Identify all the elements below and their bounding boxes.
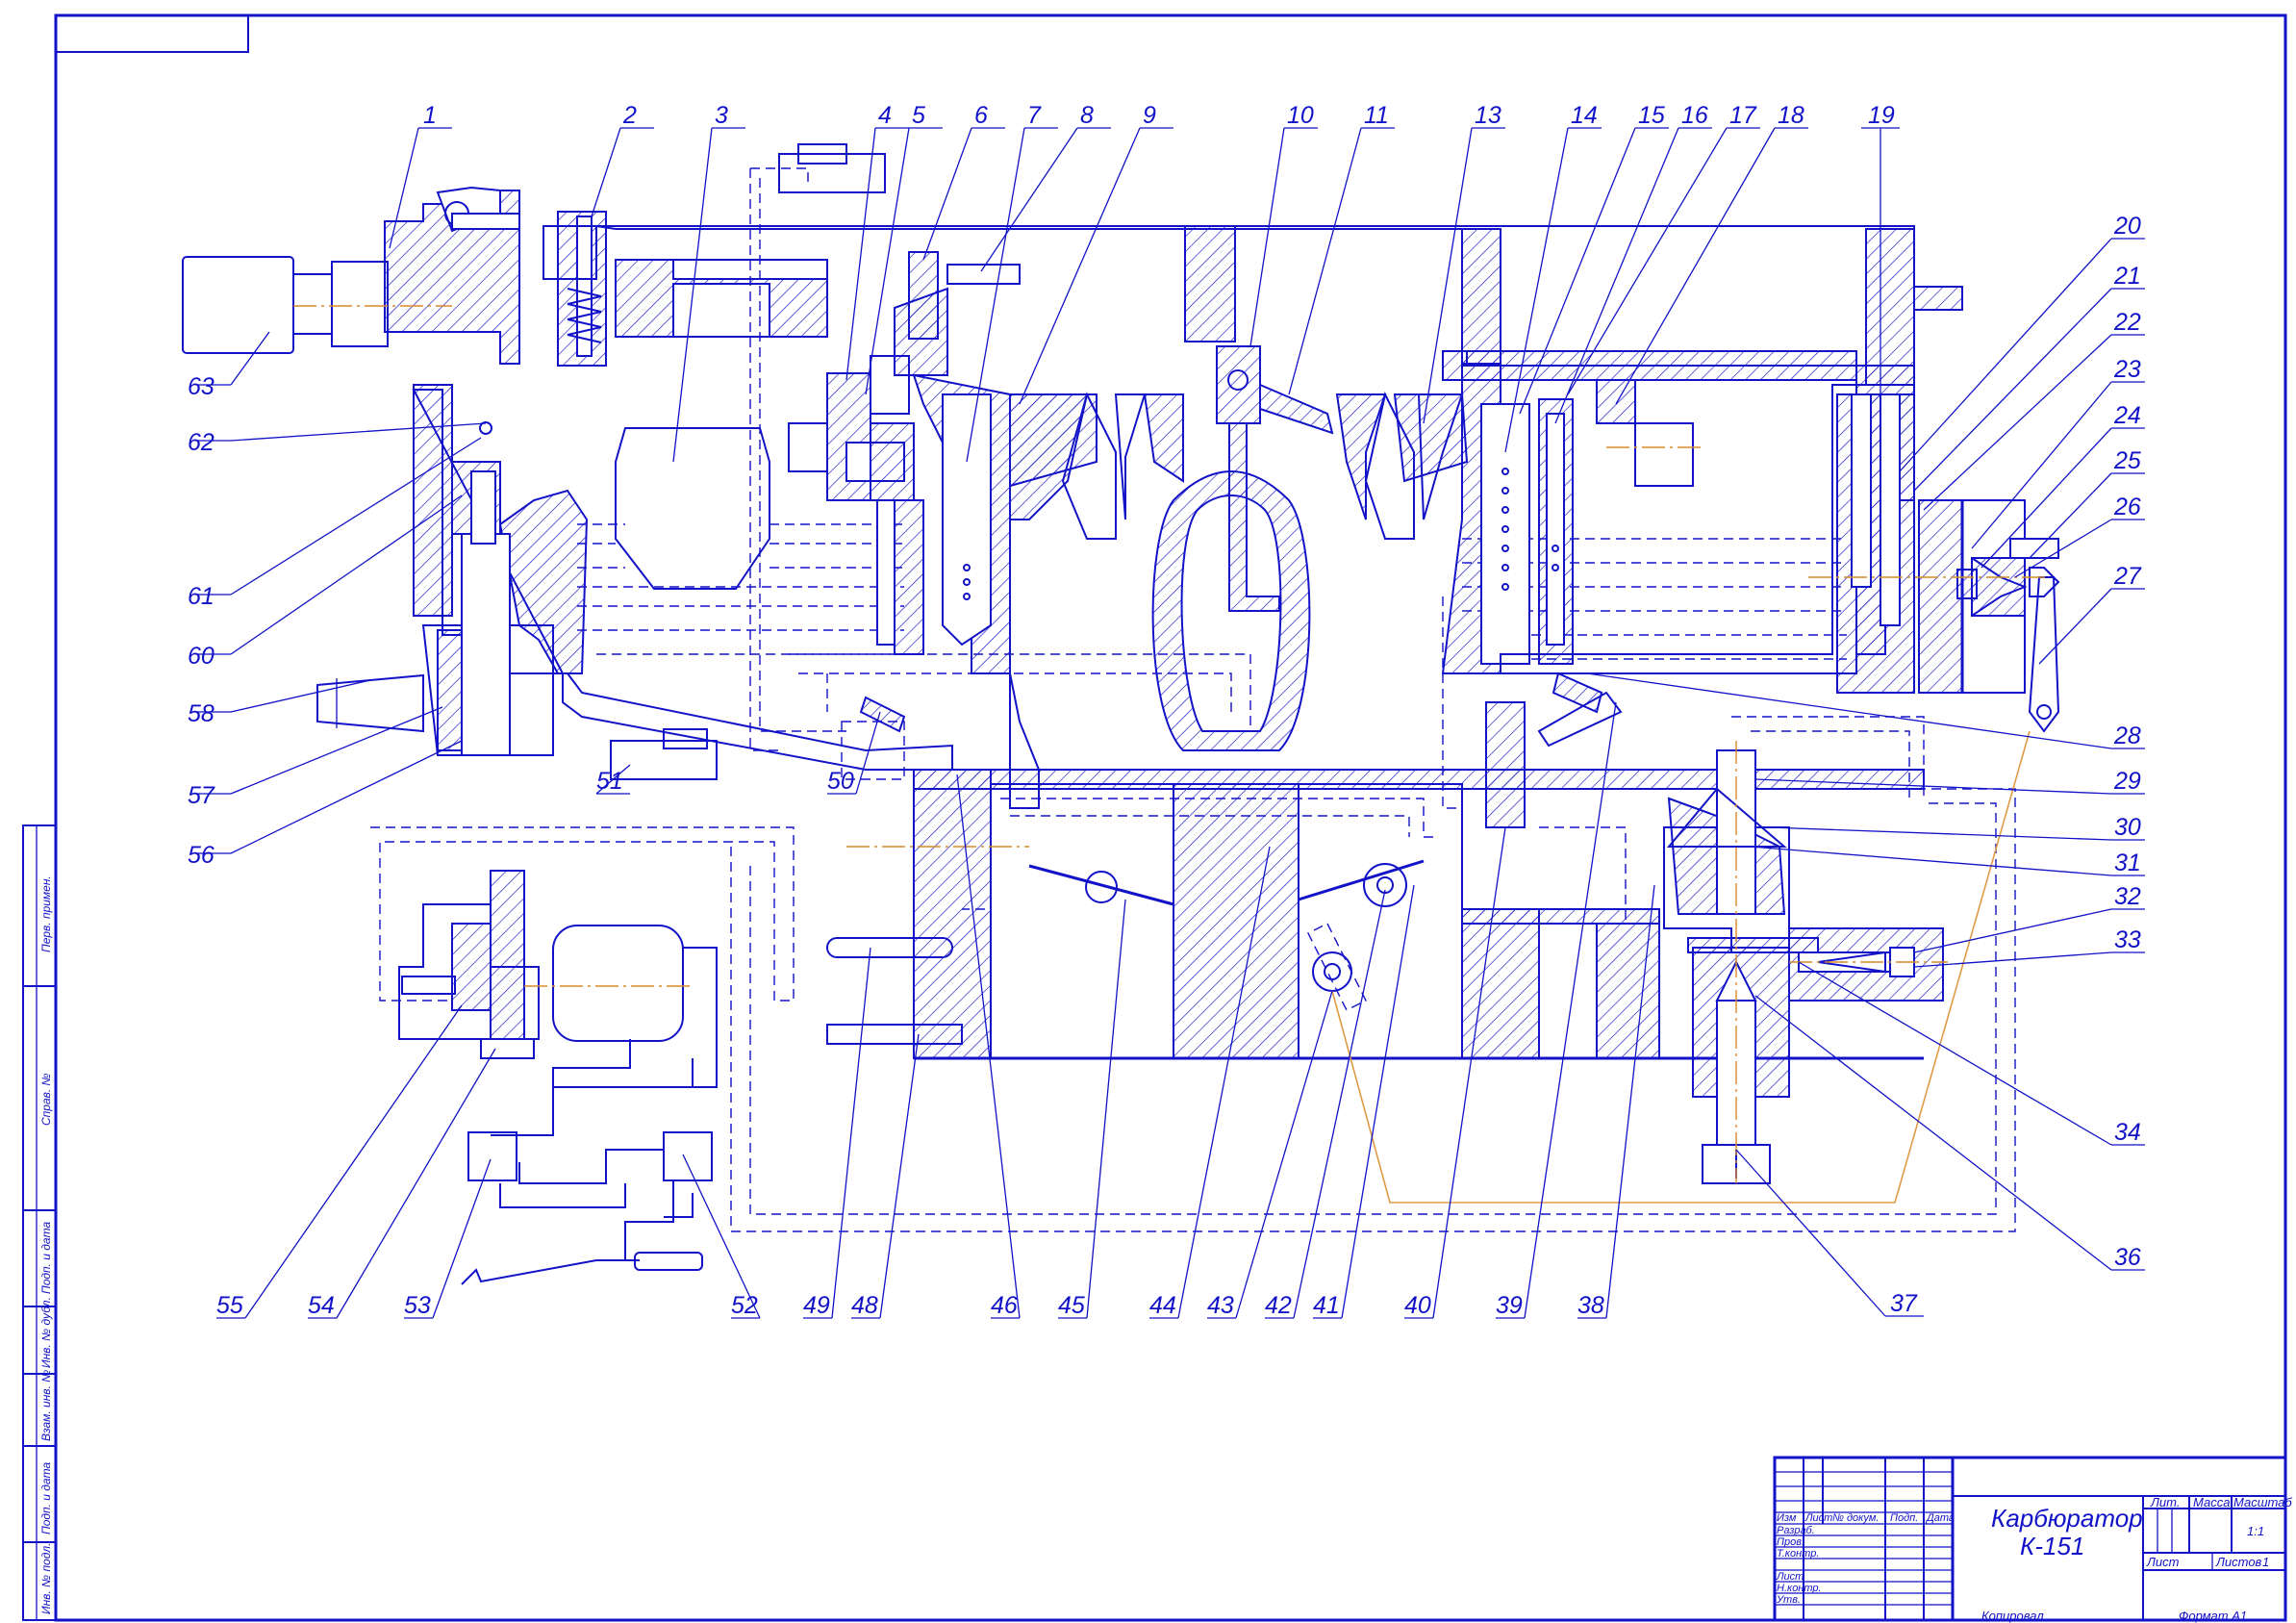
callout-10: 10: [1287, 102, 1314, 129]
callout-40: 40: [1404, 1292, 1431, 1319]
tb-sheets-label: Листов: [2215, 1555, 2262, 1569]
side-stamp: Перв. примен. Справ. № Подп. и дата Инв.…: [22, 824, 57, 1621]
tb-format: Формат А1: [2179, 1609, 2247, 1623]
side-inv-podl: Инв. № подл.: [39, 1543, 53, 1614]
fuel-nipple-58: [316, 673, 424, 733]
callout-55: 55: [216, 1292, 243, 1319]
side-sprav: Справ. №: [39, 1073, 53, 1126]
tb-sheet-label: Лист: [2146, 1555, 2180, 1569]
callout-34: 34: [2114, 1119, 2141, 1146]
callout-9: 9: [1143, 102, 1156, 129]
callout-28: 28: [2113, 723, 2141, 749]
callout-58: 58: [188, 700, 214, 727]
side-podp-data-1: Подп. и дата: [39, 1222, 53, 1294]
callout-32: 32: [2114, 883, 2141, 910]
title-block: Изм Лист № докум. Подп. Дата Разраб. Про…: [1773, 1456, 2292, 1622]
callout-27: 27: [2113, 563, 2142, 590]
fuel-filter-63: [182, 256, 294, 354]
callout-63: 63: [188, 373, 214, 400]
tb-col-doc: № докум.: [1832, 1512, 1879, 1524]
tb-col-date: Дата: [1925, 1512, 1955, 1524]
callout-51: 51: [596, 768, 623, 795]
tb-list-row: Лист: [1776, 1571, 1804, 1583]
tb-col-list: Лист: [1804, 1512, 1832, 1524]
callout-44: 44: [1149, 1292, 1176, 1319]
callout-62: 62: [188, 429, 214, 456]
tb-title-line1: Карбюратор: [1991, 1504, 2143, 1533]
callout-33: 33: [2114, 926, 2141, 953]
callout-11: 11: [1364, 102, 1389, 129]
tb-lit-label: Лит.: [2150, 1495, 2180, 1509]
callout-37: 37: [1890, 1290, 1918, 1317]
callout-13: 13: [1475, 102, 1501, 129]
callout-21: 21: [2113, 263, 2141, 290]
side-vzam-inv: Взам. инв. №: [39, 1370, 53, 1441]
callout-53: 53: [404, 1292, 431, 1319]
callout-56: 56: [188, 842, 214, 869]
callout-22: 22: [2113, 309, 2141, 336]
tb-utv: Утв.: [1776, 1594, 1801, 1606]
callout-48: 48: [851, 1292, 878, 1319]
callout-60: 60: [188, 643, 214, 670]
callout-24: 24: [2113, 402, 2141, 429]
side-inv-dubl: Инв. № дубл.: [39, 1297, 53, 1368]
callout-46: 46: [991, 1292, 1018, 1319]
tb-nkontr: Н.контр.: [1777, 1583, 1822, 1594]
callout-25: 25: [2113, 447, 2141, 474]
callout-61: 61: [188, 583, 214, 610]
tb-copied: Копировал: [1981, 1609, 2044, 1623]
tb-col-sign: Подп.: [1890, 1512, 1918, 1524]
side-perv-primen: Перв. примен.: [39, 875, 53, 952]
control-unit-53: [467, 1131, 517, 1181]
tb-title-line2: К-151: [2020, 1532, 2084, 1560]
callout-42: 42: [1265, 1292, 1292, 1319]
callout-45: 45: [1058, 1292, 1085, 1319]
callout-23: 23: [2113, 356, 2141, 383]
callout-2: 2: [622, 102, 637, 129]
callout-41: 41: [1313, 1292, 1340, 1319]
tb-scale-label: Масштаб: [2233, 1495, 2292, 1509]
tb-prov: Пров.: [1777, 1536, 1804, 1548]
callout-39: 39: [1496, 1292, 1523, 1319]
side-podp-data-2: Подп. и дата: [39, 1462, 53, 1534]
carburetor-section: [182, 143, 2060, 1285]
callout-43: 43: [1207, 1292, 1234, 1319]
float-3: [615, 427, 770, 590]
callout-5: 5: [912, 102, 925, 129]
callout-57: 57: [188, 782, 215, 809]
callout-49: 49: [803, 1292, 830, 1319]
control-unit-52: [663, 1131, 713, 1181]
callout-31: 31: [2114, 850, 2141, 876]
callout-26: 26: [2113, 494, 2141, 520]
callout-16: 16: [1681, 102, 1708, 129]
carburetor-drawing: Перв. примен. Справ. № Подп. и дата Инв.…: [22, 13, 2292, 1623]
callout-20: 20: [2113, 213, 2141, 240]
callout-6: 6: [974, 102, 988, 129]
callout-1: 1: [423, 102, 437, 129]
callout-3: 3: [715, 102, 728, 129]
callout-17: 17: [1729, 102, 1757, 129]
tb-sheets-value: 1: [2262, 1555, 2269, 1569]
callout-50: 50: [827, 768, 854, 795]
callout-19: 19: [1868, 102, 1895, 129]
callout-38: 38: [1577, 1292, 1604, 1319]
tb-tkontr: Т.контр.: [1777, 1548, 1819, 1560]
callout-4: 4: [878, 102, 892, 129]
callout-7: 7: [1027, 102, 1042, 129]
tb-sheet-value: 1:1: [2247, 1524, 2264, 1538]
callout-54: 54: [308, 1292, 335, 1319]
callout-52: 52: [731, 1292, 758, 1319]
tb-col-izm: Изм: [1777, 1512, 1797, 1524]
callout-36: 36: [2114, 1244, 2141, 1271]
callout-14: 14: [1571, 102, 1598, 129]
tb-razrab: Разраб.: [1777, 1525, 1815, 1536]
callout-18: 18: [1778, 102, 1804, 129]
callout-8: 8: [1080, 102, 1094, 129]
tb-mass-label: Масса: [2193, 1495, 2230, 1509]
callout-29: 29: [2113, 768, 2141, 795]
callout-30: 30: [2114, 814, 2141, 841]
callout-15: 15: [1638, 102, 1665, 129]
